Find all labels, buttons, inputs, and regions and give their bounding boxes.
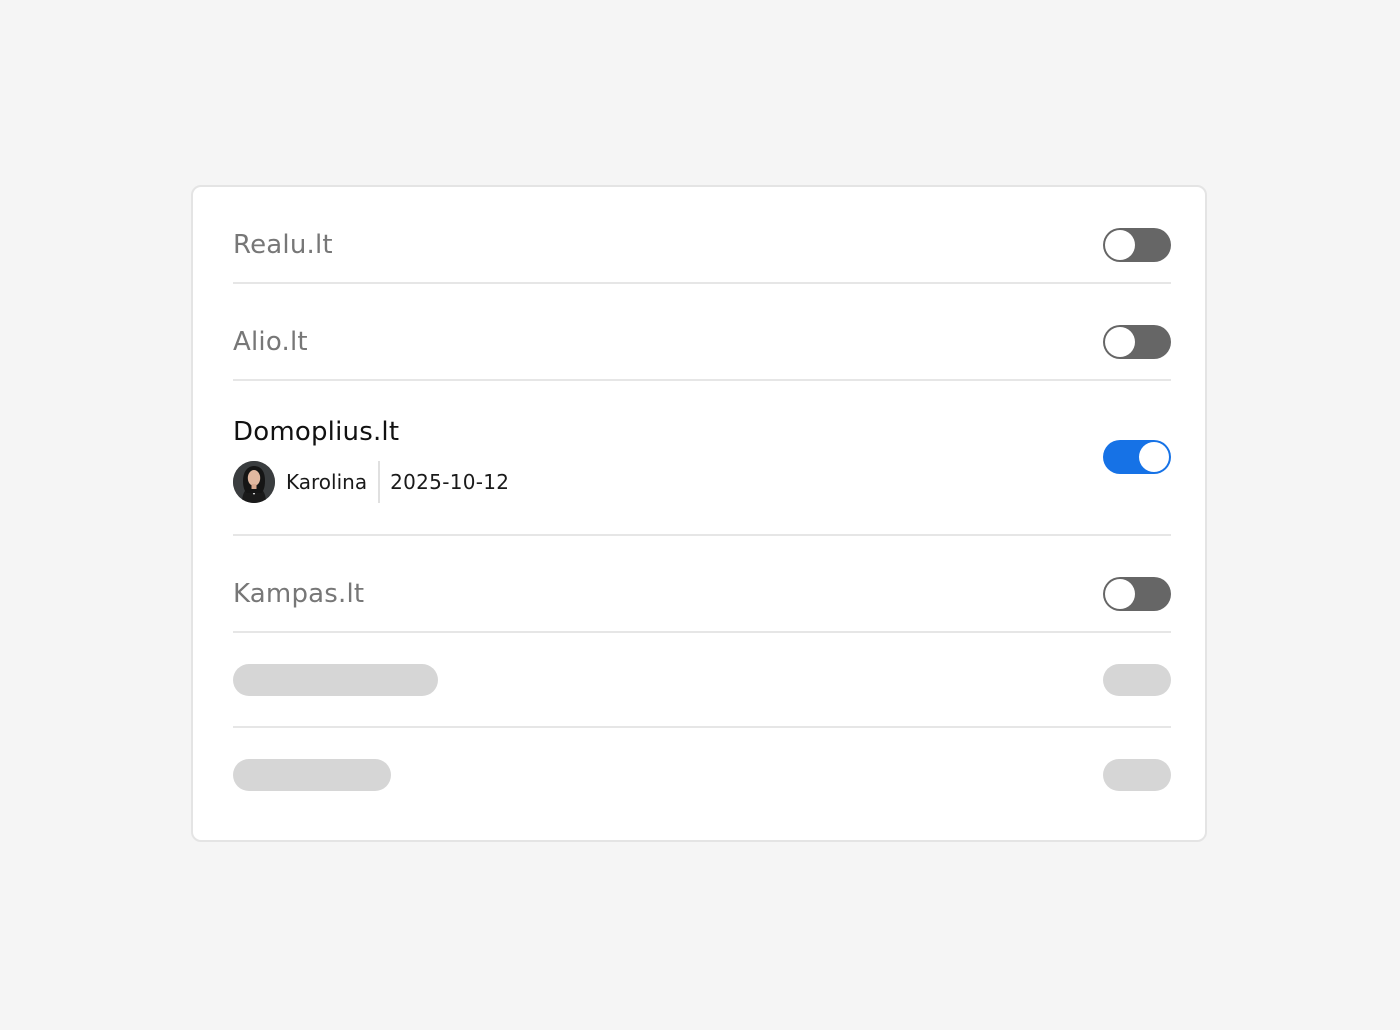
skeleton-label	[233, 759, 391, 791]
integration-name: Alio.lt	[233, 327, 308, 357]
integrations-list: Realu.lt Alio.lt Domoplius.lt Karolina 2…	[233, 187, 1171, 823]
list-item-kampas: Kampas.lt	[233, 536, 1171, 633]
enabled-date: 2025-10-12	[390, 470, 510, 494]
list-item-alio: Alio.lt	[233, 284, 1171, 381]
toggle-switch-realu[interactable]	[1103, 228, 1171, 262]
toggle-switch-alio[interactable]	[1103, 325, 1171, 359]
toggle-switch-kampas[interactable]	[1103, 577, 1171, 611]
user-name: Karolina	[286, 470, 368, 494]
list-item-domoplius: Domoplius.lt Karolina 2025-10-12	[233, 381, 1171, 536]
skeleton-row	[233, 728, 1171, 823]
integration-name: Realu.lt	[233, 230, 333, 260]
toggle-switch-domoplius[interactable]	[1103, 440, 1171, 474]
toggle-knob	[1105, 327, 1135, 357]
integrations-card: Realu.lt Alio.lt Domoplius.lt Karolina 2…	[191, 185, 1207, 842]
toggle-knob	[1105, 579, 1135, 609]
integration-name: Kampas.lt	[233, 579, 365, 609]
integration-name: Domoplius.lt	[233, 417, 400, 447]
meta-divider	[378, 461, 381, 503]
toggle-knob	[1105, 230, 1135, 260]
skeleton-toggle	[1103, 759, 1171, 791]
list-item-realu: Realu.lt	[233, 187, 1171, 284]
integration-meta: Karolina 2025-10-12	[233, 461, 509, 503]
skeleton-row	[233, 633, 1171, 728]
skeleton-toggle	[1103, 664, 1171, 696]
user-avatar-icon	[233, 461, 275, 503]
skeleton-label	[233, 664, 438, 696]
avatar	[233, 461, 275, 503]
toggle-knob	[1139, 442, 1169, 472]
